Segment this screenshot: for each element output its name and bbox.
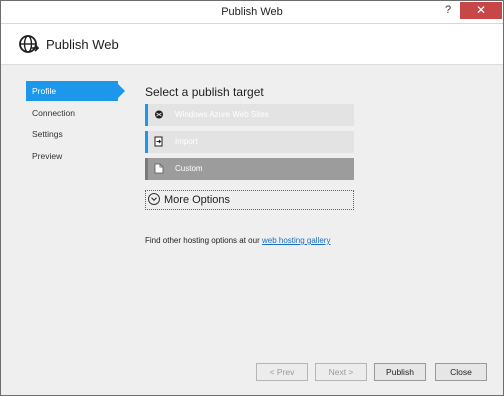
target-custom[interactable]: Custom — [145, 158, 354, 180]
nav-item-connection[interactable]: Connection — [26, 103, 126, 123]
publish-web-dialog: Publish Web ? ✕ Publish Web Profile Conn… — [0, 0, 504, 396]
dialog-header: Publish Web — [1, 24, 503, 65]
close-window-button[interactable]: ✕ — [460, 2, 502, 19]
header-title: Publish Web — [46, 37, 119, 52]
target-label: Import — [175, 137, 198, 146]
close-button[interactable]: Close — [435, 363, 487, 381]
prev-button[interactable]: < Prev — [256, 363, 308, 381]
help-button[interactable]: ? — [445, 4, 451, 16]
title-bar: Publish Web ? ✕ — [1, 1, 503, 24]
target-label: Windows Azure Web Sites — [175, 110, 269, 119]
target-label: Custom — [175, 164, 203, 173]
import-icon — [154, 136, 163, 147]
more-options-label: More Options — [164, 194, 231, 206]
azure-icon — [155, 110, 163, 119]
publish-button[interactable]: Publish — [374, 363, 426, 381]
target-windows-azure[interactable]: Windows Azure Web Sites — [145, 104, 354, 126]
window-title: Publish Web — [221, 6, 283, 18]
nav-item-preview[interactable]: Preview — [26, 146, 126, 166]
globe-icon — [19, 35, 39, 53]
target-import[interactable]: Import — [145, 131, 354, 153]
nav-item-settings[interactable]: Settings — [26, 124, 126, 144]
page-heading: Select a publish target — [145, 85, 264, 99]
hosting-text: Find other hosting options at our web ho… — [145, 236, 330, 245]
hosting-prefix: Find other hosting options at our — [145, 236, 260, 245]
nav-item-profile[interactable]: Profile — [26, 81, 125, 101]
wizard-nav: Profile Connection Settings Preview — [26, 81, 126, 167]
next-button[interactable]: Next > — [315, 363, 367, 381]
hosting-gallery-link[interactable]: web hosting gallery — [262, 236, 330, 245]
chevron-down-icon — [148, 193, 160, 205]
document-icon — [154, 163, 164, 174]
more-options-toggle[interactable]: More Options — [145, 190, 354, 210]
